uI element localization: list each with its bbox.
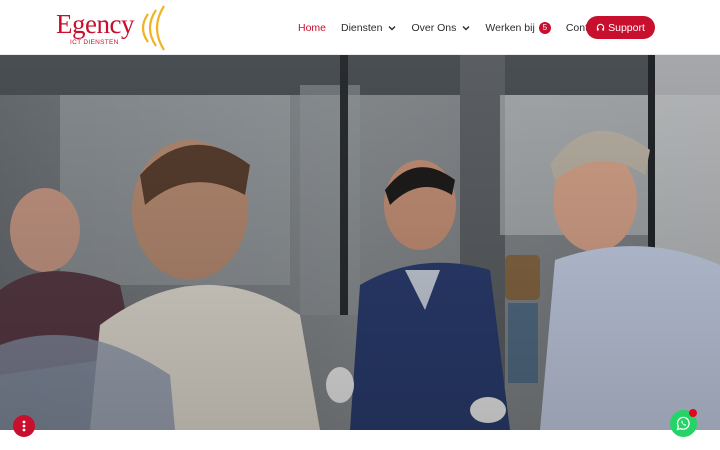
support-button[interactable]: Support: [586, 16, 655, 39]
nav-item-werken-bij[interactable]: Werken bij 5: [485, 21, 551, 34]
nav-item-home[interactable]: Home: [298, 22, 326, 34]
info-menu-button[interactable]: [13, 415, 35, 437]
vacancy-count-badge: 5: [538, 21, 551, 34]
main-nav: Home Diensten Over Ons Werken bij 5 Cont…: [298, 0, 617, 55]
logo-tagline: ICT DIENSTEN: [70, 39, 119, 46]
nav-item-over-ons[interactable]: Over Ons: [411, 22, 470, 34]
hero-banner: [0, 55, 720, 430]
nav-label-home: Home: [298, 21, 327, 34]
chevron-down-icon: [388, 25, 396, 30]
nav-label-over-ons: Over Ons: [411, 21, 457, 34]
brand-logo[interactable]: Egency ICT DIENSTEN: [56, 4, 176, 52]
support-label: Support: [608, 21, 645, 34]
site-header: Egency ICT DIENSTEN Home Diensten Over O…: [0, 0, 720, 55]
team-photo: [0, 55, 720, 430]
chevron-down-icon: [462, 25, 470, 30]
whatsapp-icon: [676, 416, 690, 431]
page-bottom: [0, 430, 720, 450]
nav-label-werken-bij: Werken bij: [485, 21, 535, 34]
headset-icon: [596, 23, 605, 31]
logo-wordmark: Egency: [56, 9, 134, 39]
nav-label-diensten: Diensten: [341, 21, 383, 34]
notification-dot: [689, 409, 697, 417]
signal-arcs-icon: [141, 5, 165, 51]
vertical-dots-icon: [22, 420, 26, 432]
nav-item-diensten[interactable]: Diensten: [341, 22, 396, 34]
